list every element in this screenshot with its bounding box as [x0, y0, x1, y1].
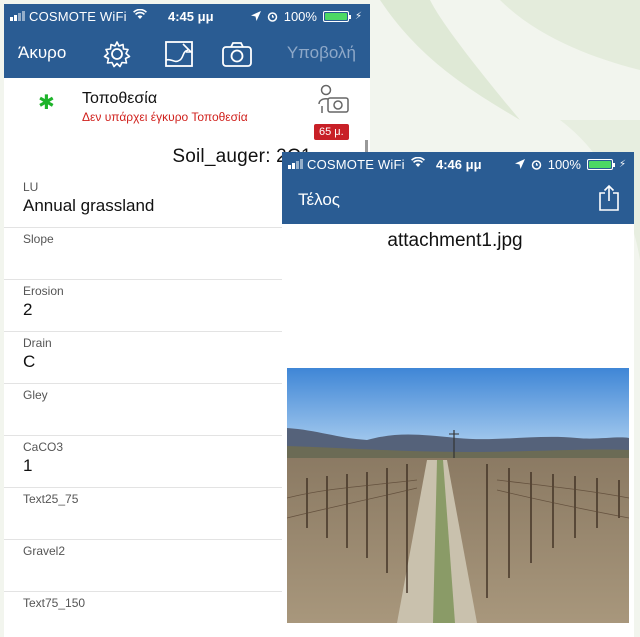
location-row[interactable]: ✱ Τοποθεσία Δεν υπάρχει έγκυρο Τοποθεσία… [4, 78, 370, 140]
done-button[interactable]: Τέλος [298, 190, 340, 210]
location-arrow-icon [250, 11, 261, 21]
location-arrow-icon [514, 159, 525, 169]
submit-button[interactable]: Υποβολή [287, 43, 356, 63]
signal-icon [10, 11, 25, 21]
map-edit-icon[interactable] [164, 40, 194, 68]
battery-percent: 100% [283, 8, 317, 24]
charging-icon: ⚡ [354, 10, 362, 22]
form-toolbar: Άκυρο Υποβολή [4, 28, 370, 78]
attachment-navbar: COSMOTE WiFi 4:46 μμ 100% ⚡ Τέλος [282, 152, 634, 224]
geotag-photo-icon[interactable] [316, 84, 350, 114]
cancel-button[interactable]: Άκυρο [18, 43, 66, 63]
required-asterisk-icon: ✱ [38, 92, 55, 114]
wifi-icon [132, 8, 147, 23]
carrier-name: COSMOTE WiFi [29, 8, 127, 24]
status-bar: COSMOTE WiFi 4:45 μμ 100% ⚡ [4, 4, 370, 28]
battery-percent: 100% [547, 156, 581, 172]
status-time: 4:46 μμ [436, 156, 482, 172]
attachment-title: attachment1.jpg [387, 230, 523, 251]
alarm-icon [531, 159, 541, 170]
carrier-name: COSMOTE WiFi [307, 156, 405, 172]
location-warning: Δεν υπάρχει έγκυρο Τοποθεσία [82, 110, 248, 124]
signal-icon [288, 159, 303, 169]
status-right-group: 100% ⚡ [250, 8, 362, 24]
form-navbar: COSMOTE WiFi 4:45 μμ 100% ⚡ Άκυρο Υποβολ… [4, 4, 370, 78]
attachment-toolbar: Τέλος [282, 176, 634, 224]
share-icon[interactable] [598, 184, 620, 212]
wifi-icon [410, 156, 425, 171]
location-title: Τοποθεσία [82, 90, 158, 107]
status-time: 4:45 μμ [168, 8, 214, 24]
attachment-photo [287, 368, 629, 623]
attachment-screen: COSMOTE WiFi 4:46 μμ 100% ⚡ Τέλος attach… [282, 152, 634, 637]
battery-icon [586, 158, 615, 170]
alarm-icon [267, 11, 277, 22]
status-right-group: 100% ⚡ [514, 156, 626, 172]
charging-icon: ⚡ [618, 158, 626, 170]
battery-icon [322, 10, 351, 22]
camera-icon[interactable] [221, 40, 253, 68]
gear-icon[interactable] [102, 40, 132, 68]
status-bar: COSMOTE WiFi 4:46 μμ 100% ⚡ [282, 152, 634, 176]
distance-badge: 65 μ. [314, 124, 349, 140]
